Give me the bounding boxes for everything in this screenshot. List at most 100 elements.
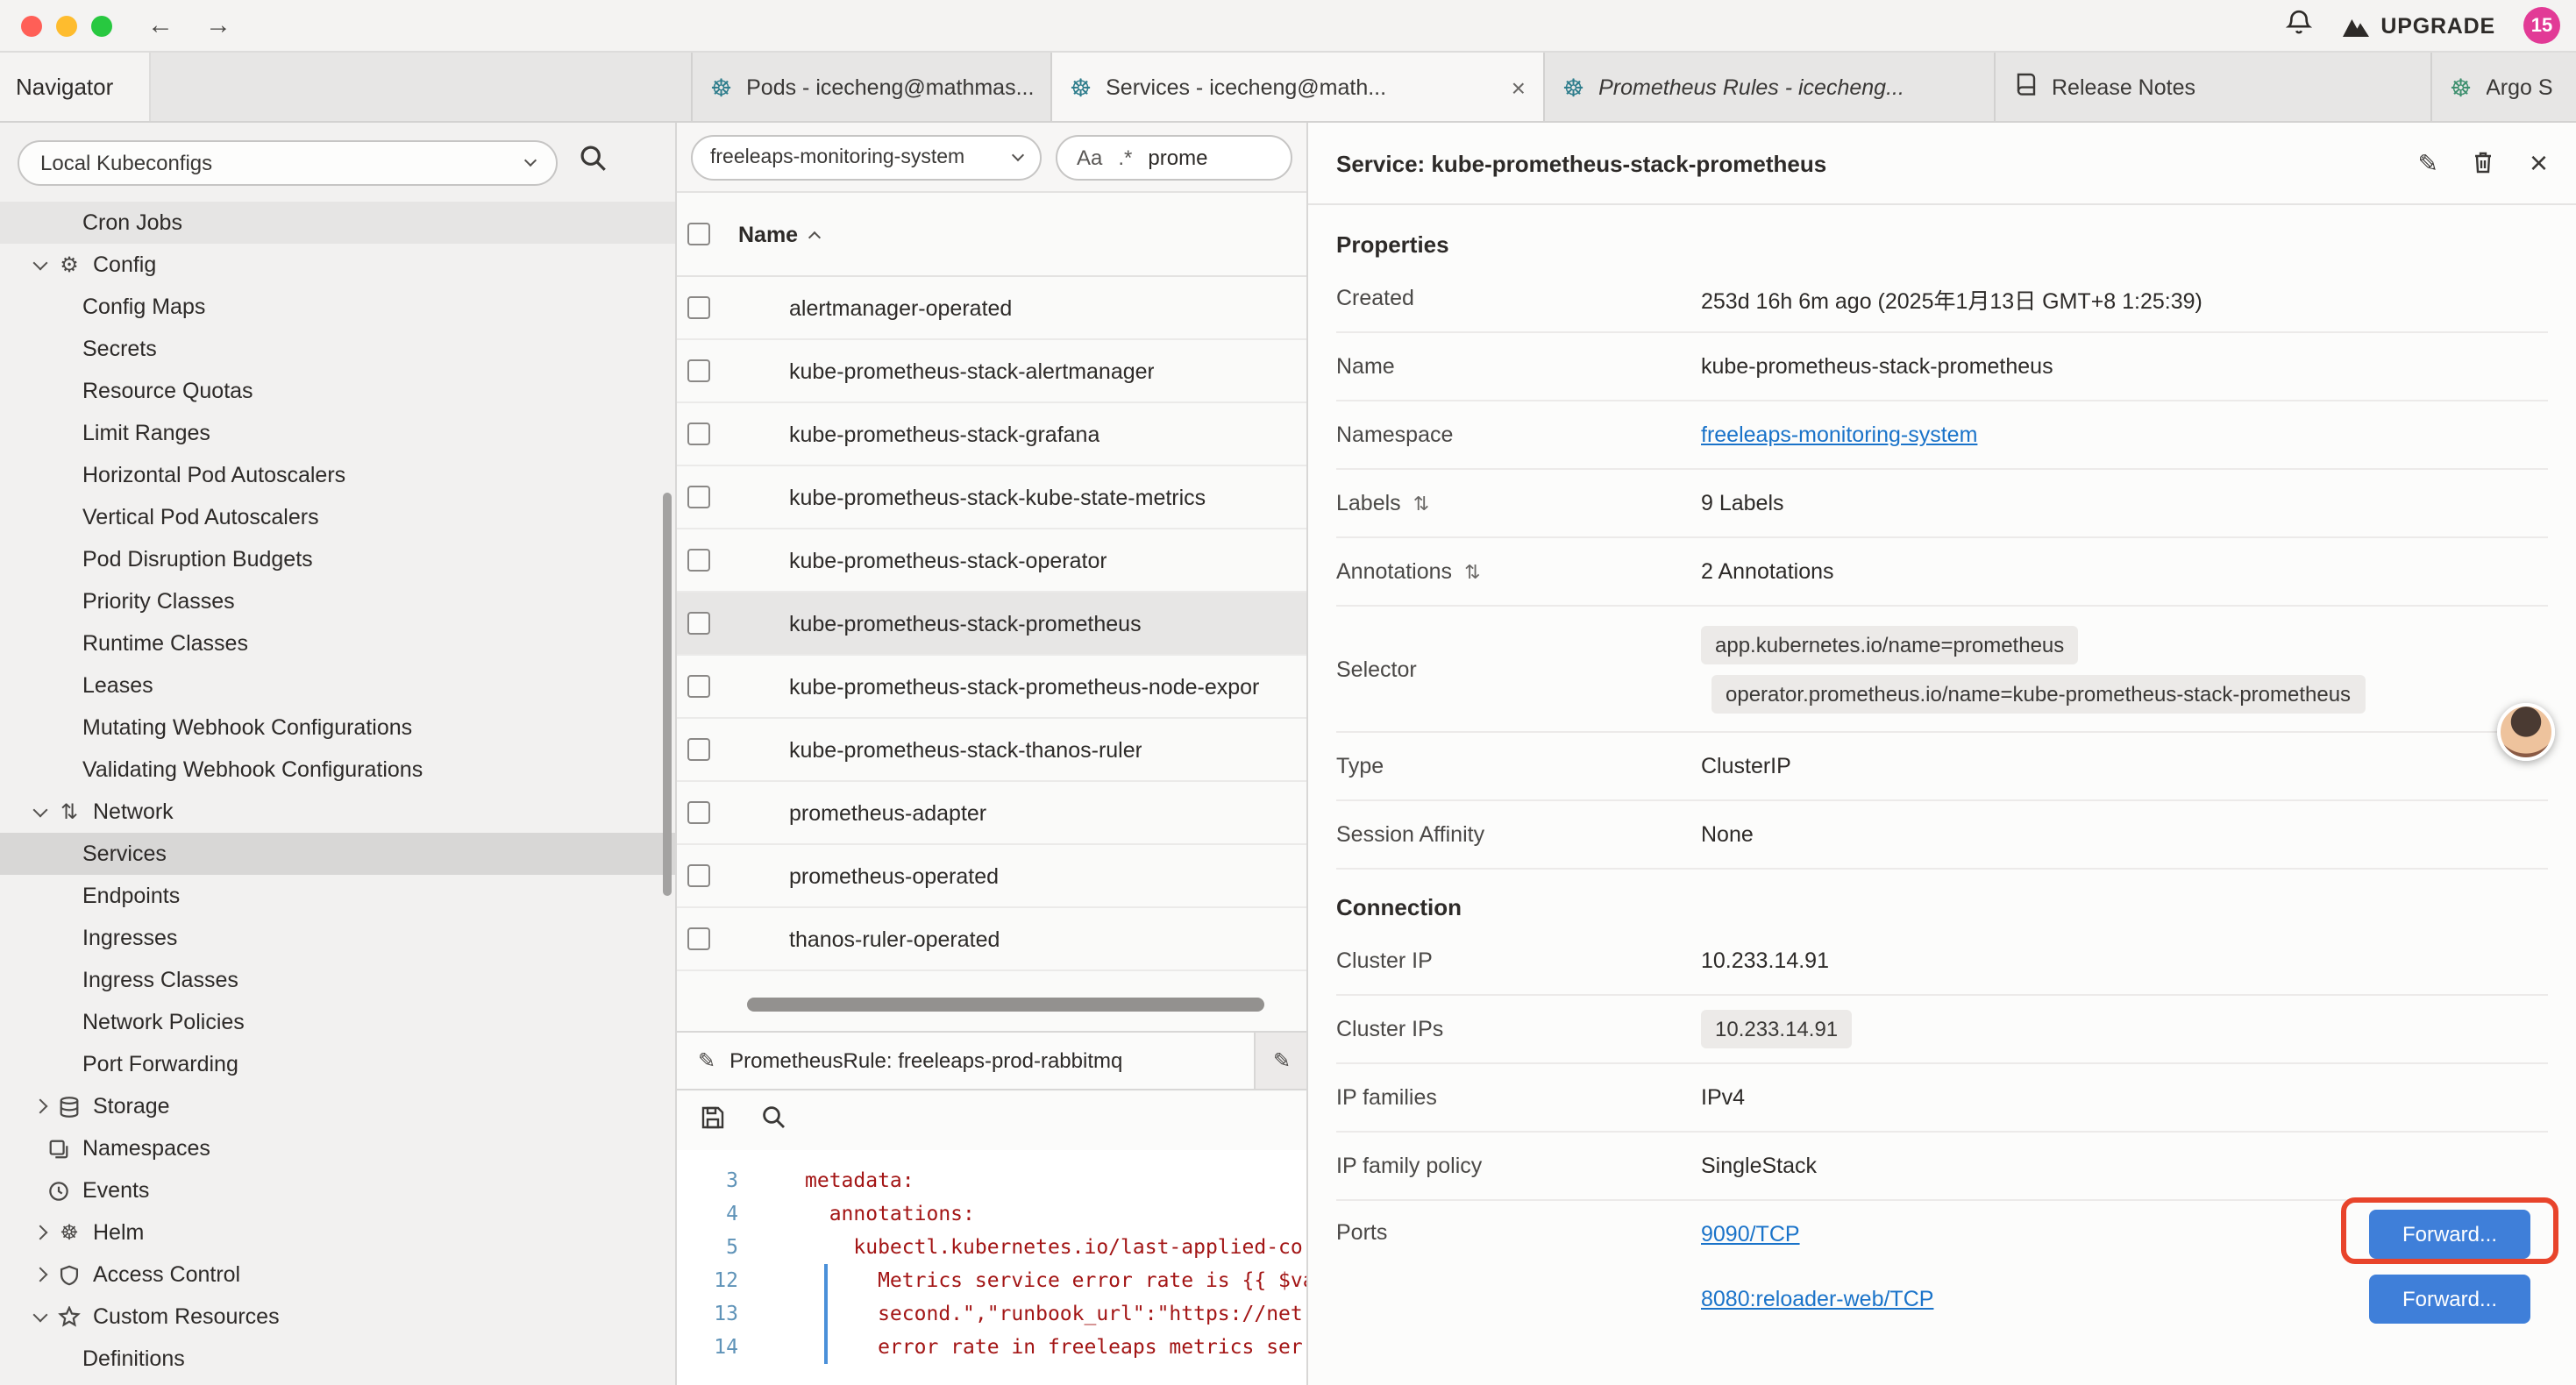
- expand-collapse-icon[interactable]: ⇅: [1464, 560, 1480, 583]
- sidebar-group-helm[interactable]: ☸ Helm: [0, 1211, 675, 1254]
- drawer-actions: ✎ ×: [2418, 147, 2549, 179]
- sidebar-item-resource-quotas[interactable]: Resource Quotas: [0, 370, 675, 412]
- zoom-window-button[interactable]: [91, 15, 112, 36]
- sidebar-item-vertical-pod-autoscalers[interactable]: Vertical Pod Autoscalers: [0, 496, 675, 538]
- tab-release-notes[interactable]: Release Notes: [1996, 53, 2432, 121]
- match-case-toggle[interactable]: Aa: [1077, 145, 1102, 169]
- sidebar-scrollbar-thumb[interactable]: [663, 493, 672, 896]
- sidebar-item-ingresses[interactable]: Ingresses: [0, 917, 675, 959]
- select-all-checkbox[interactable]: [687, 223, 710, 245]
- row-checkbox[interactable]: [687, 927, 710, 950]
- history-nav: ← →: [147, 11, 231, 40]
- notifications-bell-icon[interactable]: [2284, 8, 2312, 43]
- sidebar-item-priority-classes[interactable]: Priority Classes: [0, 580, 675, 622]
- sidebar-item-services[interactable]: Services: [0, 833, 675, 875]
- port-link[interactable]: 9090/TCP: [1701, 1221, 1800, 1246]
- edit-pencil-icon[interactable]: ✎: [2418, 151, 2438, 175]
- port-link[interactable]: 8080:reloader-web/TCP: [1701, 1286, 1933, 1310]
- table-row[interactable]: kube-prometheus-stack-alertmanager: [677, 340, 1306, 403]
- sidebar-item-ingress-classes[interactable]: Ingress Classes: [0, 959, 675, 1001]
- close-window-button[interactable]: [21, 15, 42, 36]
- row-checkbox[interactable]: [687, 423, 710, 445]
- sidebar-item-network-policies[interactable]: Network Policies: [0, 1001, 675, 1043]
- sidebar-item-runtime-classes[interactable]: Runtime Classes: [0, 622, 675, 664]
- namespace-selector[interactable]: freeleaps-monitoring-system: [691, 134, 1042, 180]
- horizontal-scrollbar[interactable]: [677, 998, 1306, 1013]
- save-icon[interactable]: [700, 1104, 726, 1139]
- row-checkbox[interactable]: [687, 612, 710, 635]
- sidebar-item-definitions[interactable]: Definitions: [0, 1338, 675, 1380]
- sidebar-item-events[interactable]: Events: [0, 1169, 675, 1211]
- row-checkbox[interactable]: [687, 801, 710, 824]
- table-row-selected[interactable]: kube-prometheus-stack-prometheus: [677, 593, 1306, 656]
- property-row-name: Name kube-prometheus-stack-prometheus: [1336, 333, 2548, 401]
- sidebar-item-validating-webhook-configurations[interactable]: Validating Webhook Configurations: [0, 749, 675, 791]
- sidebar-group-storage[interactable]: Storage: [0, 1085, 675, 1127]
- chevron-down-icon: [33, 1307, 48, 1322]
- table-row[interactable]: kube-prometheus-stack-kube-state-metrics: [677, 466, 1306, 529]
- close-icon[interactable]: ×: [2530, 147, 2548, 179]
- notification-count-badge[interactable]: 15: [2523, 7, 2560, 44]
- back-icon[interactable]: ←: [147, 11, 174, 40]
- property-row-selector: Selector app.kubernetes.io/name=promethe…: [1336, 607, 2548, 733]
- sidebar-item-config-maps[interactable]: Config Maps: [0, 286, 675, 328]
- editor-line: 5 kubectl.kubernetes.io/last-applied-co: [677, 1231, 1306, 1264]
- row-checkbox[interactable]: [687, 296, 710, 319]
- tab-argo[interactable]: ☸ Argo S: [2432, 53, 2576, 121]
- column-header-name[interactable]: Name: [738, 222, 819, 246]
- sidebar-item-leases[interactable]: Leases: [0, 664, 675, 707]
- forward-button[interactable]: Forward...: [2369, 1274, 2530, 1323]
- user-avatar[interactable]: [2497, 703, 2555, 761]
- yaml-editor[interactable]: 3metadata: 4 annotations: 5 kubectl.kube…: [677, 1150, 1306, 1385]
- chevron-down-icon: [33, 802, 48, 817]
- dock-tab-prometheusrule[interactable]: ✎ PrometheusRule: freeleaps-prod-rabbitm…: [677, 1033, 1256, 1089]
- row-checkbox[interactable]: [687, 738, 710, 761]
- list-search-input[interactable]: Aa .* prome: [1056, 134, 1292, 180]
- row-checkbox[interactable]: [687, 486, 710, 508]
- namespace-link[interactable]: freeleaps-monitoring-system: [1701, 423, 1977, 447]
- row-checkbox[interactable]: [687, 549, 710, 572]
- dock-tab-next[interactable]: ✎: [1256, 1033, 1306, 1089]
- tab-pods[interactable]: ☸ Pods - icecheng@mathmas...: [691, 53, 1052, 121]
- sidebar-group-access-control[interactable]: Access Control: [0, 1254, 675, 1296]
- row-checkbox[interactable]: [687, 675, 710, 698]
- row-checkbox[interactable]: [687, 864, 710, 887]
- sidebar-item-mutating-webhook-configurations[interactable]: Mutating Webhook Configurations: [0, 707, 675, 749]
- sidebar-item-secrets[interactable]: Secrets: [0, 328, 675, 370]
- forward-button[interactable]: Forward...: [2369, 1209, 2530, 1258]
- regex-toggle[interactable]: .*: [1118, 145, 1132, 169]
- sidebar-group-custom-resources[interactable]: Custom Resources: [0, 1296, 675, 1338]
- sidebar-item-namespaces[interactable]: Namespaces: [0, 1127, 675, 1169]
- sidebar-search-icon[interactable]: [579, 144, 607, 181]
- sidebar-group-config[interactable]: ⚙ Config: [0, 244, 675, 286]
- tab-close-icon[interactable]: ×: [1512, 73, 1526, 101]
- titlebar-right: UPGRADE 15: [2284, 7, 2560, 44]
- table-row[interactable]: kube-prometheus-stack-prometheus-node-ex…: [677, 656, 1306, 719]
- sidebar-item-pod-disruption-budgets[interactable]: Pod Disruption Budgets: [0, 538, 675, 580]
- sidebar-item-limit-ranges[interactable]: Limit Ranges: [0, 412, 675, 454]
- trash-icon[interactable]: [2472, 148, 2496, 178]
- upgrade-button[interactable]: UPGRADE: [2340, 13, 2495, 38]
- forward-icon[interactable]: →: [205, 11, 231, 40]
- table-row[interactable]: thanos-ruler-operated: [677, 908, 1306, 971]
- row-checkbox[interactable]: [687, 359, 710, 382]
- table-row[interactable]: kube-prometheus-stack-operator: [677, 529, 1306, 593]
- horizontal-scrollbar-thumb[interactable]: [747, 998, 1264, 1012]
- sidebar-item-cron-jobs[interactable]: Cron Jobs: [0, 202, 675, 244]
- table-row[interactable]: prometheus-operated: [677, 845, 1306, 908]
- editor-search-icon[interactable]: [761, 1104, 786, 1138]
- sidebar-group-network[interactable]: ⇅ Network: [0, 791, 675, 833]
- table-row[interactable]: kube-prometheus-stack-grafana: [677, 403, 1306, 466]
- table-row[interactable]: prometheus-adapter: [677, 782, 1306, 845]
- navigator-sidebar: Local Kubeconfigs Cron Jobs ⚙ Config Con…: [0, 123, 677, 1385]
- table-row[interactable]: kube-prometheus-stack-thanos-ruler: [677, 719, 1306, 782]
- kubeconfig-selector[interactable]: Local Kubeconfigs: [18, 139, 558, 185]
- sidebar-item-endpoints[interactable]: Endpoints: [0, 875, 675, 917]
- sidebar-item-port-forwarding[interactable]: Port Forwarding: [0, 1043, 675, 1085]
- sidebar-item-horizontal-pod-autoscalers[interactable]: Horizontal Pod Autoscalers: [0, 454, 675, 496]
- expand-collapse-icon[interactable]: ⇅: [1413, 492, 1429, 515]
- tab-prometheus-rules[interactable]: ☸ Prometheus Rules - icecheng...: [1545, 53, 1996, 121]
- table-row[interactable]: alertmanager-operated: [677, 277, 1306, 340]
- tab-services-active[interactable]: ☸ Services - icecheng@math... ×: [1052, 53, 1545, 121]
- minimize-window-button[interactable]: [56, 15, 77, 36]
